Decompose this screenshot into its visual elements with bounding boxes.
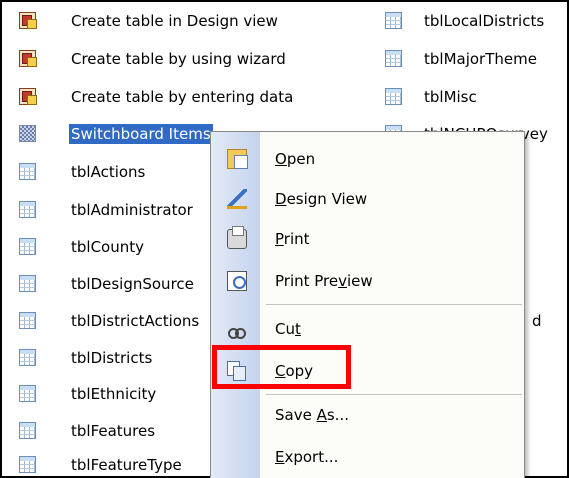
wizard-icon [19, 12, 37, 29]
list-item-label: tblLocalDistricts [424, 12, 545, 30]
menu-item-print[interactable]: Print [211, 220, 524, 258]
menu-separator [266, 304, 522, 305]
list-item-label: tblMajorTheme [424, 50, 537, 68]
menu-item-label: Design View [275, 190, 368, 208]
table-icon [19, 456, 36, 473]
menu-item-label: Print Preview [275, 272, 373, 290]
menu-item-design-view[interactable]: Design View [211, 180, 524, 218]
table-icon [19, 163, 36, 180]
list-item-label: tblDesignSource [71, 275, 194, 293]
design-view-icon [227, 189, 247, 209]
menu-item-save-as[interactable]: Save As... [211, 396, 524, 434]
table-icon [19, 201, 36, 218]
table-icon [385, 50, 402, 67]
list-item-label: tblFeatureType [71, 456, 182, 474]
menu-item-cut[interactable]: Cut [211, 310, 524, 348]
table-icon [19, 349, 36, 366]
table-icon [385, 88, 402, 105]
print-preview-icon [227, 271, 247, 291]
table-icon [385, 12, 402, 29]
list-item-label: tblCounty [71, 238, 144, 256]
list-item-label: Switchboard Items [69, 124, 213, 144]
table-icon [19, 385, 36, 402]
menu-separator [266, 394, 522, 395]
wizard-icon [19, 88, 37, 105]
list-item-label: Create table by entering data [71, 88, 294, 106]
menu-item-open[interactable]: Open [211, 140, 524, 178]
open-icon [227, 149, 248, 169]
list-item-label: tblEthnicity [71, 385, 157, 403]
menu-item-label: Export... [275, 448, 339, 466]
menu-item-label: Cut [275, 320, 301, 338]
table-icon [19, 312, 36, 329]
table-icon [19, 422, 36, 439]
list-item-label: tblDistricts [71, 349, 153, 367]
list-item-label: tblFeatures [71, 422, 156, 440]
wizard-icon [19, 50, 37, 67]
menu-item-label: Save As... [275, 406, 349, 424]
list-item-label: tblAdministrator [71, 201, 193, 219]
menu-item-export[interactable]: Export... [211, 438, 524, 476]
copy-highlight-box [212, 345, 351, 389]
menu-item-label: Open [275, 150, 316, 168]
cut-icon [227, 319, 247, 339]
list-item-label: d [532, 312, 542, 330]
menu-item-label: Print [275, 230, 310, 248]
list-item-label: tblActions [71, 163, 146, 181]
switchboard-table-icon [19, 125, 36, 142]
list-item-label: Create table in Design view [71, 12, 278, 30]
list-item-label: Create table by using wizard [71, 50, 286, 68]
list-item-label: tblMisc [424, 88, 477, 106]
context-menu: Open Design View Print Print Preview Cut… [210, 131, 525, 478]
print-icon [227, 226, 247, 249]
menu-item-print-preview[interactable]: Print Preview [211, 262, 524, 300]
table-icon [19, 275, 36, 292]
table-icon [19, 238, 36, 255]
list-item-label: tblDistrictActions [71, 312, 200, 330]
